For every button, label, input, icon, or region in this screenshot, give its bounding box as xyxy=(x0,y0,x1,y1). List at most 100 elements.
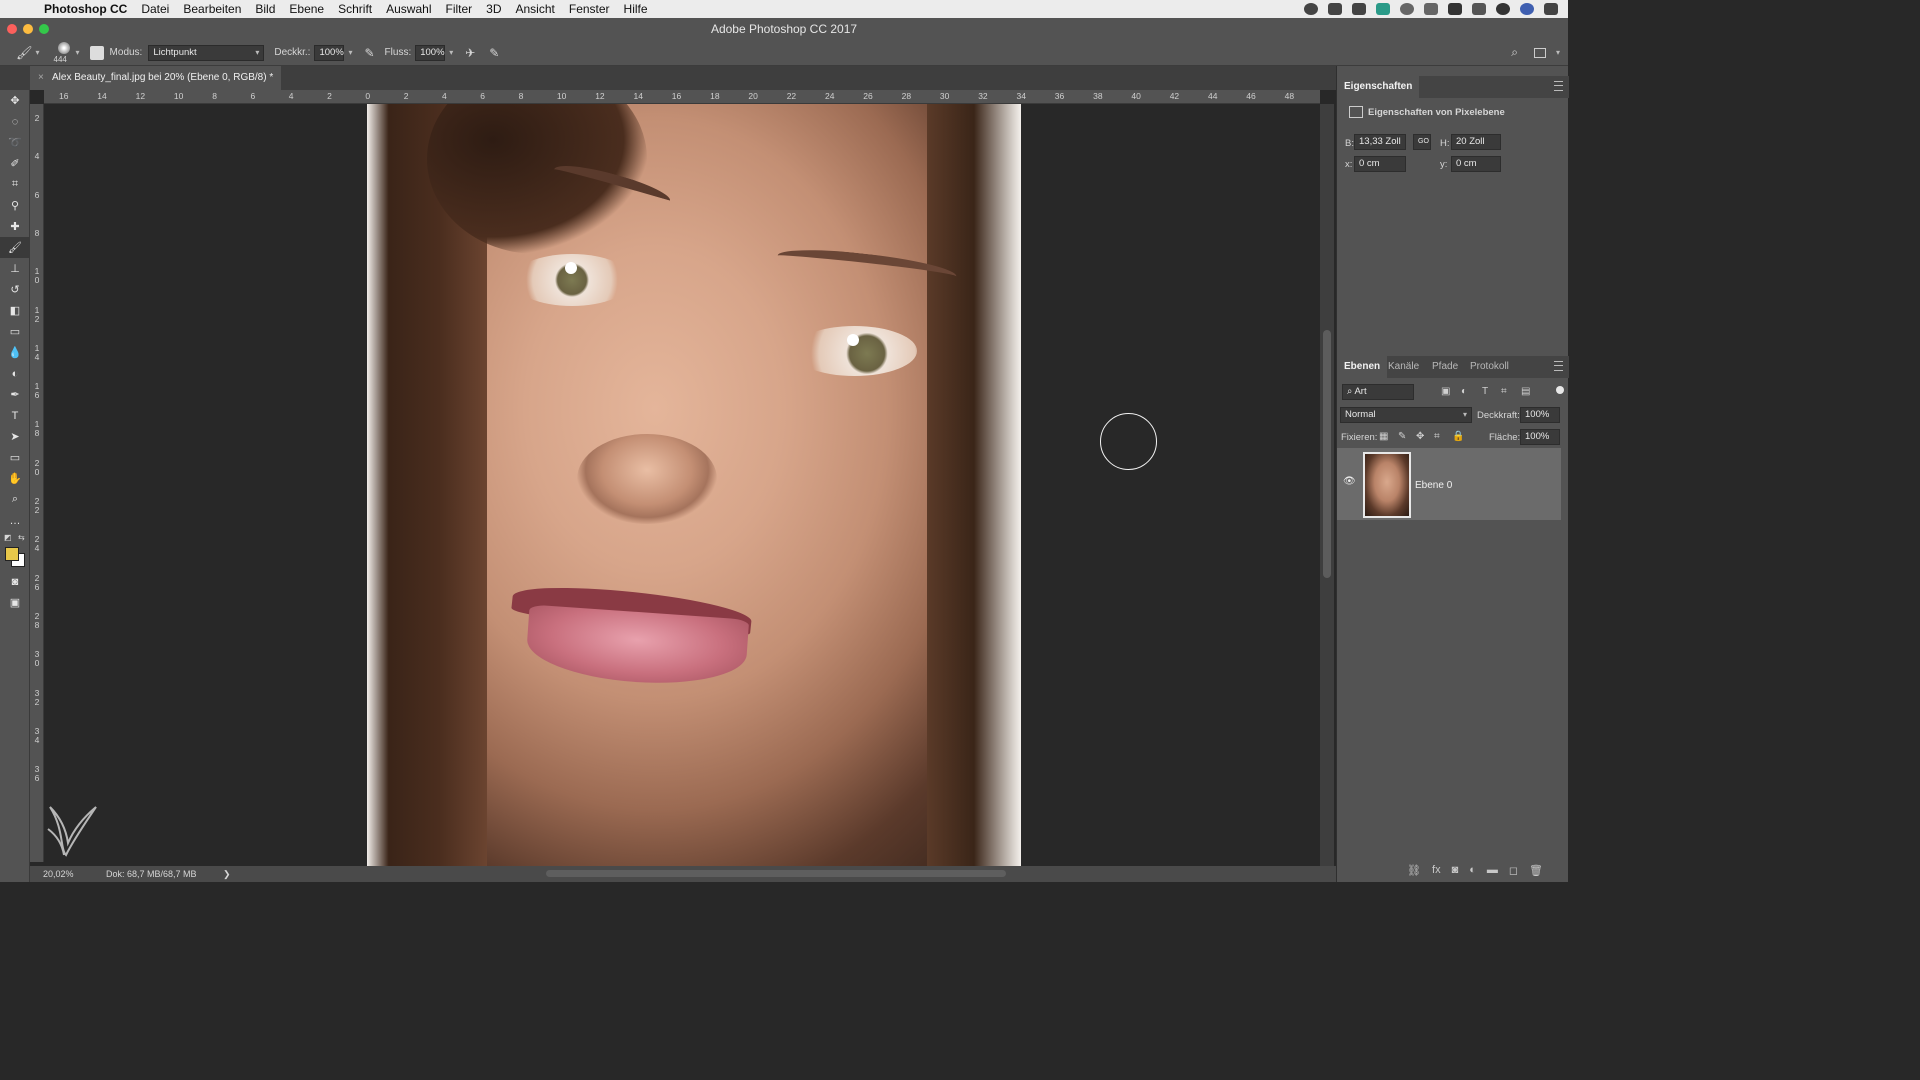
layer-row[interactable]: 👁 Ebene 0 xyxy=(1337,448,1561,520)
zoom-window-icon[interactable] xyxy=(39,24,49,34)
history-brush-tool-icon[interactable]: ↺ xyxy=(0,279,30,300)
layer-name[interactable]: Ebene 0 xyxy=(1415,480,1452,491)
lock-position-icon[interactable]: ✥ xyxy=(1416,431,1424,442)
swap-colors-icon[interactable]: ⇆ xyxy=(18,533,25,542)
pressure-size-icon[interactable]: ✎ xyxy=(489,46,499,60)
vertical-scroll-thumb[interactable] xyxy=(1323,330,1331,578)
clone-stamp-tool-icon[interactable]: ⊥ xyxy=(0,258,30,279)
notification-center-icon[interactable] xyxy=(1544,3,1558,15)
lock-artboard-icon[interactable]: ⌗ xyxy=(1434,431,1440,442)
close-tab-icon[interactable]: × xyxy=(38,66,44,90)
pressure-opacity-icon[interactable]: ✎ xyxy=(364,46,374,60)
minimize-window-icon[interactable] xyxy=(23,24,33,34)
filter-pixel-icon[interactable]: ▣ xyxy=(1441,386,1450,397)
healing-brush-tool-icon[interactable]: ✚ xyxy=(0,216,30,237)
lock-transparency-icon[interactable]: ▦ xyxy=(1379,431,1388,442)
marquee-tool-icon[interactable]: ◌ xyxy=(0,111,30,132)
filter-adjustment-icon[interactable]: ◐ xyxy=(1461,386,1467,397)
path-selection-tool-icon[interactable]: ➤ xyxy=(0,426,30,447)
menu-app-name[interactable]: Photoshop CC xyxy=(44,2,127,16)
tab-eigenschaften[interactable]: Eigenschaften xyxy=(1337,76,1420,98)
menu-filter[interactable]: Filter xyxy=(445,2,472,16)
menu-ebene[interactable]: Ebene xyxy=(289,2,324,16)
flow-input[interactable]: 100% xyxy=(415,44,446,61)
dodge-tool-icon[interactable]: ◐ xyxy=(0,363,30,384)
opacity-slider-dropdown-icon[interactable]: ▾ xyxy=(348,48,352,57)
layer-opacity-input[interactable]: 100% xyxy=(1520,407,1560,423)
brush-picker-dropdown-icon[interactable]: ▾ xyxy=(76,48,80,57)
panel-menu-icon[interactable] xyxy=(1554,81,1563,91)
new-layer-icon[interactable]: ◻ xyxy=(1509,864,1518,877)
siri-icon[interactable] xyxy=(1520,3,1534,15)
link-dimensions-icon[interactable]: GO xyxy=(1413,134,1431,150)
brush-tool-icon[interactable]: 🖌 xyxy=(16,45,33,61)
brush-preset-picker[interactable]: 444 xyxy=(54,41,74,64)
more-tools-icon[interactable]: … xyxy=(0,510,30,531)
time-machine-icon[interactable] xyxy=(1400,3,1414,15)
gradient-tool-icon[interactable]: ▭ xyxy=(0,321,30,342)
layer-style-fx-icon[interactable]: fx xyxy=(1432,864,1441,876)
status-menu-arrow[interactable]: ❯ xyxy=(223,866,231,882)
flow-slider-dropdown-icon[interactable]: ▾ xyxy=(449,48,453,57)
menu-ansicht[interactable]: Ansicht xyxy=(516,2,555,16)
spotlight-icon[interactable] xyxy=(1496,3,1510,15)
document-tab[interactable]: × Alex Beauty_final.jpg bei 20% (Ebene 0… xyxy=(30,66,282,90)
search-icon[interactable]: ⌕ xyxy=(1511,45,1518,60)
record-icon[interactable] xyxy=(1304,3,1318,15)
opacity-input[interactable]: 100% xyxy=(314,44,345,61)
delete-layer-icon[interactable]: 🗑 xyxy=(1529,864,1543,877)
new-adjustment-layer-icon[interactable]: ◐ xyxy=(1469,864,1476,876)
y-input[interactable]: 0 cm xyxy=(1451,156,1501,172)
width-input[interactable]: 13,33 Zoll xyxy=(1354,134,1406,150)
quick-mask-icon[interactable]: ◙ xyxy=(0,571,30,592)
horizontal-scroll-thumb[interactable] xyxy=(546,870,1006,877)
menu-bild[interactable]: Bild xyxy=(255,2,275,16)
link-layers-icon[interactable]: ⛓ xyxy=(1407,864,1421,877)
move-tool-icon[interactable]: ✥ xyxy=(0,90,30,111)
hand-tool-icon[interactable]: ✋ xyxy=(0,468,30,489)
foreground-color-swatch[interactable] xyxy=(5,547,19,561)
new-group-icon[interactable]: ▬ xyxy=(1487,864,1498,876)
tab-protokoll[interactable]: Protokoll xyxy=(1463,356,1516,378)
airplay-icon[interactable] xyxy=(1472,3,1486,15)
type-tool-icon[interactable]: T xyxy=(0,405,30,426)
menu-fenster[interactable]: Fenster xyxy=(569,2,610,16)
tab-ebenen[interactable]: Ebenen xyxy=(1337,356,1388,378)
screen-mode-icon[interactable]: ▣ xyxy=(0,592,30,613)
menu-schrift[interactable]: Schrift xyxy=(338,2,372,16)
x-input[interactable]: 0 cm xyxy=(1354,156,1406,172)
filter-smart-object-icon[interactable]: ▤ xyxy=(1521,386,1530,397)
crop-tool-icon[interactable]: ⌗ xyxy=(0,174,30,195)
menu-auswahl[interactable]: Auswahl xyxy=(386,2,431,16)
filter-type-icon[interactable]: T xyxy=(1482,386,1488,397)
menu-bearbeiten[interactable]: Bearbeiten xyxy=(183,2,241,16)
quick-selection-tool-icon[interactable]: ✐ xyxy=(0,153,30,174)
creative-cloud-icon[interactable] xyxy=(1328,3,1342,15)
panel-menu-icon[interactable] xyxy=(1554,361,1563,371)
layer-filter-select[interactable]: ⌕ Art xyxy=(1342,384,1414,400)
lock-all-icon[interactable]: 🔒 xyxy=(1452,431,1464,442)
document-image[interactable] xyxy=(367,104,1021,866)
wifi-icon[interactable] xyxy=(1448,3,1462,15)
add-mask-icon[interactable]: ◙ xyxy=(1452,864,1459,876)
zoom-level[interactable]: 20,02% xyxy=(43,866,74,882)
mode-select[interactable]: Lichtpunkt ▾ xyxy=(148,44,265,61)
fill-input[interactable]: 100% xyxy=(1520,429,1560,445)
brush-tool-active-icon[interactable]: 🖌 xyxy=(0,237,30,258)
menu-3d[interactable]: 3D xyxy=(486,2,501,16)
eyedropper-tool-icon[interactable]: ⚲ xyxy=(0,195,30,216)
workspace-icon[interactable] xyxy=(1534,47,1546,58)
canvas-area[interactable] xyxy=(44,104,1320,866)
bluetooth-icon[interactable] xyxy=(1424,3,1438,15)
eraser-tool-icon[interactable]: ◧ xyxy=(0,300,30,321)
workspace-dropdown-icon[interactable]: ▾ xyxy=(1556,48,1560,57)
lock-image-pixels-icon[interactable]: ✎ xyxy=(1398,431,1406,442)
filter-toggle-icon[interactable] xyxy=(1556,386,1564,394)
blur-tool-icon[interactable]: 💧 xyxy=(0,342,30,363)
filter-shape-icon[interactable]: ⌗ xyxy=(1501,386,1507,397)
lasso-tool-icon[interactable]: ➰ xyxy=(0,132,30,153)
menu-hilfe[interactable]: Hilfe xyxy=(624,2,648,16)
brush-panel-toggle-icon[interactable] xyxy=(89,45,104,60)
layer-thumbnail[interactable] xyxy=(1363,452,1411,518)
tab-pfade[interactable]: Pfade xyxy=(1425,356,1465,378)
